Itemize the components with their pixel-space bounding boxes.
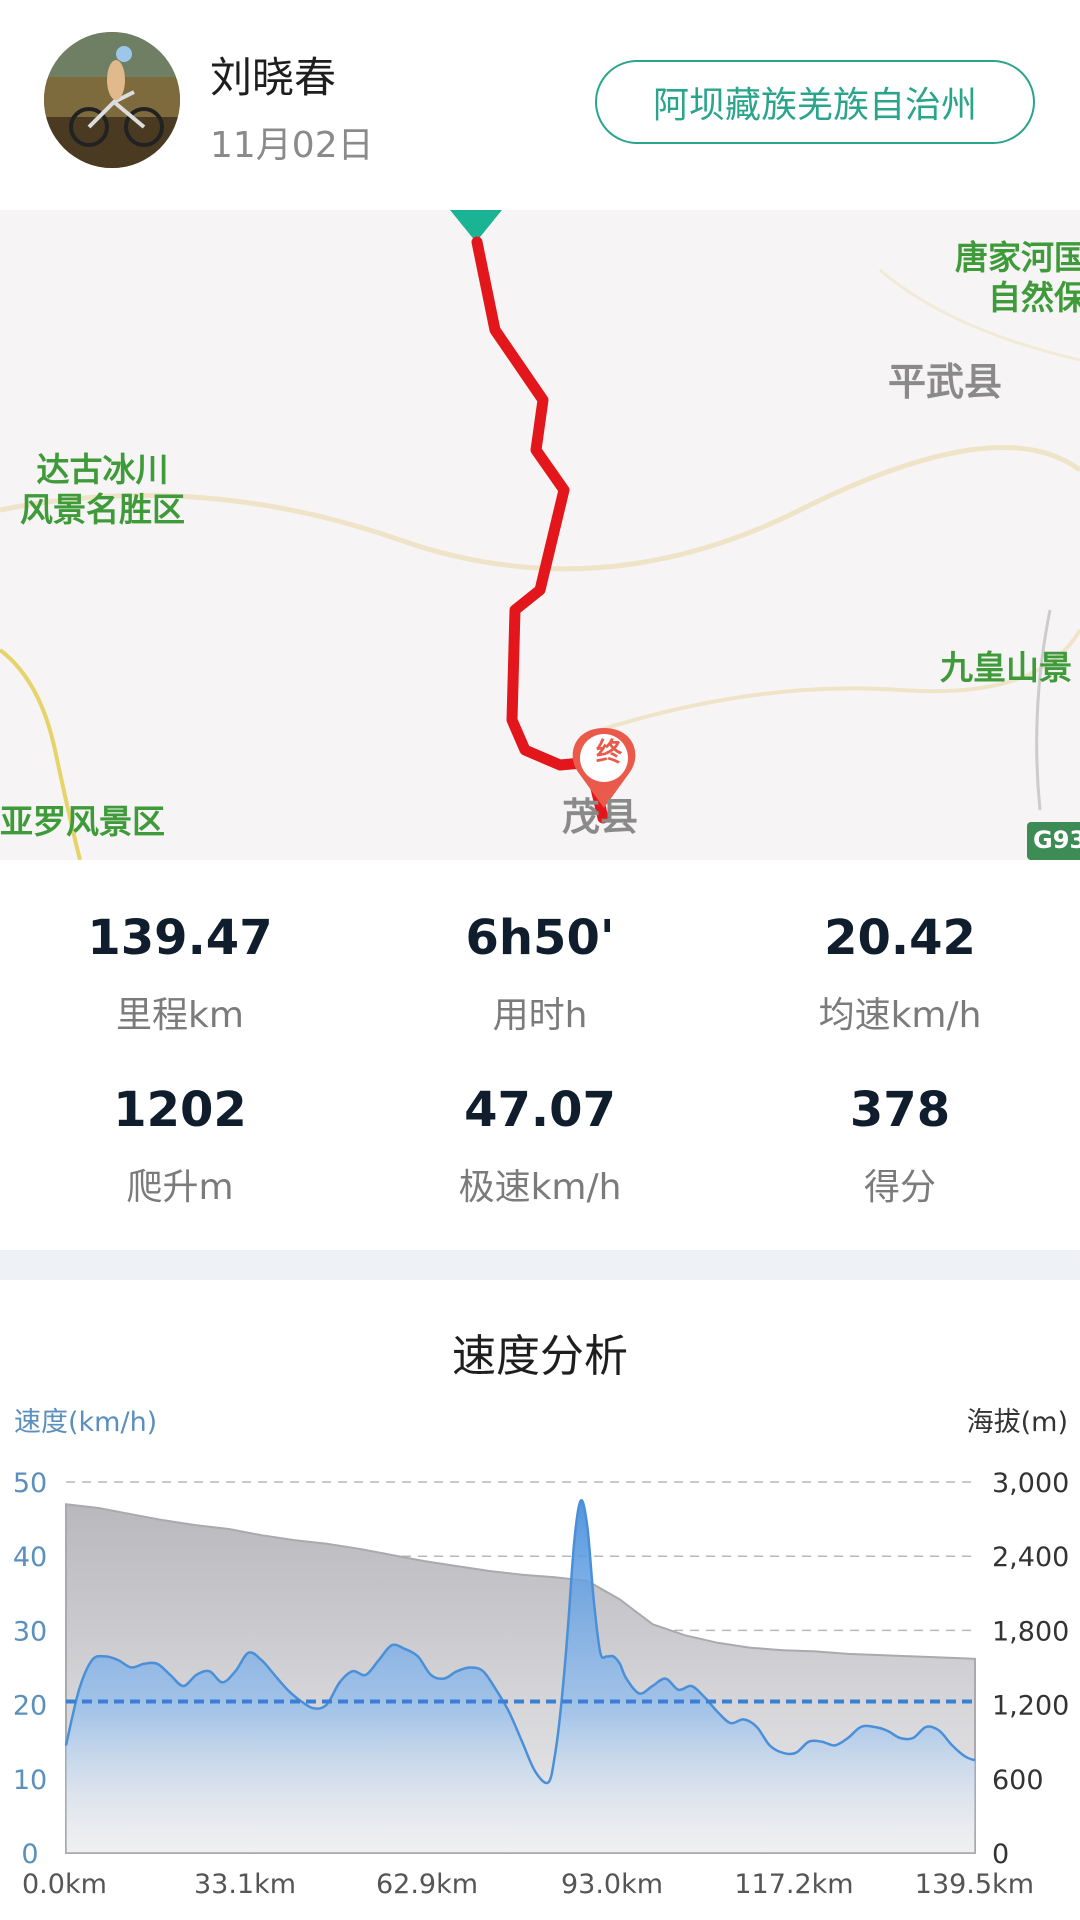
speed-analysis-section: 速度分析 速度(km/h) 海拔(m) 50 3,000 40 2,400 30 1,80…: [0, 1280, 1080, 1920]
stat-distance: 139.47 里程km: [0, 910, 360, 1038]
stat-value: 20.42: [824, 910, 976, 966]
ride-date: 11月02日: [210, 125, 374, 166]
speed-elevation-chart[interactable]: 50 3,00040 2,40030 1,80020 1,20010 6000 00.0km…: [0, 1280, 1080, 1920]
route-line: [471, 236, 609, 824]
x-tick-label: 93.0km: [561, 1869, 663, 1900]
stat-climb: 1202 爬升m: [0, 1082, 360, 1210]
road-badge: G93: [1027, 822, 1080, 860]
end-marker-label: 终: [596, 738, 623, 768]
right-tick-label: 600: [992, 1765, 1044, 1796]
right-tick-label: 0: [992, 1839, 1009, 1870]
map-label-pingwu[interactable]: 平武县: [888, 360, 1002, 406]
x-tick-label: 139.5km: [915, 1869, 1034, 1900]
x-tick-label: 33.1km: [194, 1869, 296, 1900]
map-label-dagu[interactable]: 达古冰川 风景名胜区: [20, 450, 185, 529]
stat-value: 6h50': [465, 910, 615, 966]
stats-panel: 139.47 里程km 6h50' 用时h 20.42 均速km/h 1202 …: [0, 860, 1080, 1250]
map-label-yaluo[interactable]: 亚罗风景区: [0, 802, 165, 842]
stat-value: 1202: [113, 1082, 247, 1138]
left-tick-label: 50: [13, 1468, 47, 1499]
stat-label: 爬升m: [126, 1167, 234, 1208]
stat-score: 378 得分: [720, 1082, 1080, 1210]
x-tick-label: 62.9km: [376, 1869, 478, 1900]
right-tick-label: 3,000: [992, 1468, 1069, 1499]
left-tick-label: 10: [13, 1765, 47, 1796]
stat-max-speed: 47.07 极速km/h: [360, 1082, 720, 1210]
left-tick-label: 0: [21, 1839, 38, 1870]
left-tick-label: 20: [13, 1691, 47, 1722]
x-tick-label: 0.0km: [22, 1869, 107, 1900]
right-tick-label: 2,400: [992, 1542, 1069, 1573]
map-label-tangjiahe[interactable]: 唐家河国 自然保: [955, 238, 1080, 317]
stat-value: 47.07: [464, 1082, 616, 1138]
right-tick-label: 1,800: [992, 1616, 1069, 1647]
stat-avg-speed: 20.42 均速km/h: [720, 910, 1080, 1038]
map-label-jiuhuangshan[interactable]: 九皇山景: [940, 648, 1072, 688]
stat-value: 139.47: [87, 910, 273, 966]
stat-label: 均速km/h: [818, 995, 982, 1036]
avatar-photo: [44, 32, 180, 168]
stat-label: 里程km: [116, 995, 244, 1036]
user-name: 刘晓春: [210, 53, 337, 102]
route-map[interactable]: 终 达古冰川 风景名胜区 唐家河国 自然保 平武县 九皇山景 亚罗风景区 茂县 …: [0, 210, 1080, 860]
avatar[interactable]: [44, 32, 180, 168]
x-tick-label: 117.2km: [734, 1869, 853, 1900]
stat-label: 极速km/h: [458, 1167, 622, 1208]
region-button[interactable]: 阿坝藏族羌族自治州: [595, 60, 1035, 144]
stat-duration: 6h50' 用时h: [360, 910, 720, 1038]
section-divider: [0, 1250, 1080, 1280]
ride-header: 刘晓春 11月02日 阿坝藏族羌族自治州: [0, 0, 1080, 210]
left-tick-label: 30: [13, 1616, 47, 1647]
stat-value: 378: [849, 1082, 951, 1138]
left-tick-label: 40: [13, 1542, 47, 1573]
right-tick-label: 1,200: [992, 1691, 1069, 1722]
stat-label: 得分: [863, 1167, 936, 1208]
stat-label: 用时h: [492, 995, 588, 1036]
map-base: [0, 210, 1080, 860]
map-label-maoxian[interactable]: 茂县: [562, 795, 638, 841]
